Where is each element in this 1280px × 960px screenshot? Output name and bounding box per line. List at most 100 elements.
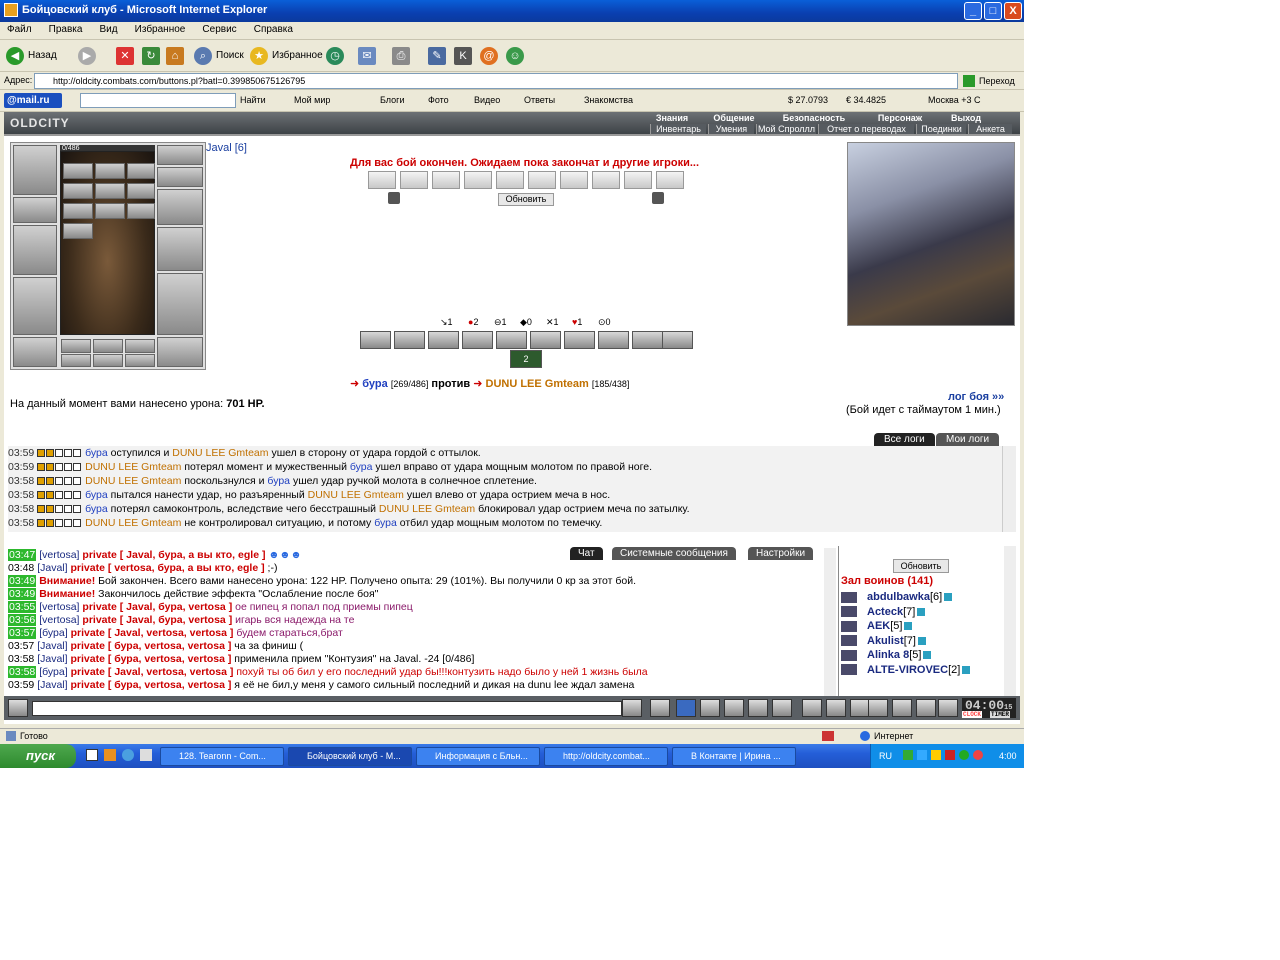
photo-link[interactable]: Фото <box>428 95 449 105</box>
weapon-slot[interactable] <box>13 225 57 275</box>
item-slot-6[interactable] <box>127 203 155 219</box>
tab-system-messages[interactable]: Системные сообщения <box>612 547 736 560</box>
weather-city[interactable]: Москва +3 С <box>928 95 981 105</box>
close-button[interactable]: X <box>1004 2 1022 20</box>
user-row[interactable]: Acteck[7] <box>841 605 926 619</box>
left-nav-icon[interactable] <box>388 192 400 204</box>
log-fighter[interactable]: бура <box>85 447 108 459</box>
chat-private[interactable]: private [ Javal, бура, а вы кто, egle ] <box>82 549 265 561</box>
bag-icon[interactable] <box>916 699 936 717</box>
lock-icon[interactable] <box>938 699 958 717</box>
subtab-profile[interactable]: Анкета <box>968 124 1012 134</box>
url-input[interactable]: http://oldcity.combats.com/buttons.pl?ba… <box>34 73 958 89</box>
tab-character[interactable]: Персонаж <box>870 113 930 123</box>
tray-icon[interactable] <box>917 750 927 760</box>
tools-icon[interactable] <box>748 699 768 717</box>
tray-icon[interactable] <box>903 750 913 760</box>
fighter2-name[interactable]: DUNU LEE Gmteam <box>486 378 589 390</box>
gloves-slot[interactable] <box>157 189 203 225</box>
menu-favorites[interactable]: Избранное <box>128 22 193 37</box>
chat-author[interactable]: [Javal] <box>37 640 67 652</box>
action-button[interactable] <box>462 331 493 349</box>
history-button[interactable]: ◷ <box>326 46 348 66</box>
k-button[interactable]: K <box>454 46 476 66</box>
item-slot-5[interactable] <box>95 203 125 219</box>
rune-slot-4[interactable] <box>61 354 91 367</box>
search-button[interactable]: ⌕ Поиск <box>194 46 244 66</box>
log-fighter[interactable]: DUNU LEE Gmteam <box>172 447 268 459</box>
menu-tools[interactable]: Сервис <box>195 22 243 37</box>
chat-author[interactable]: [vertosa] <box>39 549 79 561</box>
log-fighter[interactable]: DUNU LEE Gmteam <box>85 517 181 529</box>
tab-settings[interactable]: Настройки <box>748 547 814 560</box>
action-button[interactable] <box>394 331 425 349</box>
save-icon[interactable] <box>700 699 720 717</box>
info-icon[interactable] <box>904 622 913 631</box>
chat-private[interactable]: private [ Javal, vertosa, vertosa ] <box>71 666 234 678</box>
find-button[interactable]: Найти <box>240 95 266 105</box>
menu-edit[interactable]: Правка <box>42 22 90 37</box>
chat-author[interactable]: [Javal] <box>37 562 67 574</box>
quicklaunch-icon[interactable] <box>86 749 98 761</box>
log-scrollbar[interactable] <box>1002 446 1016 532</box>
back-button[interactable]: ◀ Назад <box>6 46 57 66</box>
info-icon[interactable] <box>962 665 971 674</box>
user-name[interactable]: Akulist <box>867 635 904 647</box>
subtab-scroll[interactable]: Мой Спроллл <box>756 124 816 134</box>
rune-slot-2[interactable] <box>93 339 123 353</box>
tab-chat[interactable]: Чат <box>570 547 603 560</box>
go-button[interactable]: Переход <box>963 73 1021 89</box>
user-action-icon[interactable] <box>841 591 857 603</box>
messenger-button[interactable]: ☺ <box>506 46 528 66</box>
maximize-button[interactable]: □ <box>984 2 1002 20</box>
user-row[interactable]: abdulbawka[6] <box>841 590 953 604</box>
tab-communication[interactable]: Общение <box>704 113 764 123</box>
print-button[interactable]: ⎙ <box>392 46 414 66</box>
menu-file[interactable]: Файл <box>0 22 39 37</box>
subtab-fights[interactable]: Поединки <box>916 124 966 134</box>
log-fighter[interactable]: бура <box>374 517 397 529</box>
bracers-slot[interactable] <box>13 197 57 223</box>
user-row[interactable]: Akulist[7] <box>841 634 926 648</box>
action-button[interactable] <box>530 331 561 349</box>
tab-knowledge[interactable]: Знания <box>644 113 700 123</box>
item-slot-2[interactable] <box>95 183 125 199</box>
user-action-icon[interactable] <box>841 620 857 632</box>
chat-author[interactable]: [бура] <box>39 627 67 639</box>
helmet-slot[interactable] <box>13 145 57 195</box>
rune-slot-5[interactable] <box>93 354 123 367</box>
tab-security[interactable]: Безопасность <box>774 113 854 123</box>
quicklaunch-icon[interactable] <box>104 749 116 761</box>
item-slot-7[interactable] <box>63 223 93 239</box>
chat-private[interactable]: Внимание! <box>39 575 95 587</box>
boots-slot[interactable] <box>157 337 203 367</box>
battle-log-link[interactable]: лог боя »» <box>948 391 1004 403</box>
rune-slot-6[interactable] <box>125 354 155 367</box>
user-action-icon[interactable] <box>841 606 857 618</box>
chat-author[interactable]: [бура] <box>39 666 67 678</box>
start-button[interactable]: пуск <box>0 744 76 768</box>
users-scrollbar[interactable] <box>1004 546 1016 696</box>
translit-icon[interactable] <box>826 699 846 717</box>
selected-action-button[interactable]: 2 <box>510 350 542 368</box>
user-row[interactable]: ALTE-VIROVEC[2] <box>841 663 971 677</box>
mailru-search-input[interactable] <box>80 93 236 108</box>
info-icon[interactable] <box>944 593 953 602</box>
title-bar[interactable]: Бойцовский клуб - Microsoft Internet Exp… <box>0 0 1024 22</box>
mailru-logo[interactable]: @mail.ru <box>4 93 62 108</box>
log-fighter[interactable]: DUNU LEE Gmteam <box>379 503 475 515</box>
chat-private[interactable]: private [ Javal, бура, vertosa ] <box>82 614 232 626</box>
log-fighter[interactable]: бура <box>350 461 373 473</box>
forward-button[interactable]: ▶ <box>78 46 100 66</box>
action-button[interactable] <box>360 331 391 349</box>
log-fighter[interactable]: DUNU LEE Gmteam <box>85 475 181 487</box>
favorites-button[interactable]: ★ Избранное <box>250 46 323 66</box>
action-button[interactable] <box>564 331 595 349</box>
at-button[interactable]: @ <box>480 46 502 66</box>
taskbar-item-active[interactable]: Бойцовский клуб - M... <box>288 747 412 766</box>
taskbar-item[interactable]: 128. Tearonn - Com... <box>160 747 284 766</box>
user-row[interactable]: Alinka 8[5] <box>841 648 932 662</box>
tray-icon[interactable] <box>931 750 941 760</box>
ring-slot-3[interactable] <box>127 163 155 179</box>
refresh-button[interactable]: ↻ <box>142 46 164 66</box>
